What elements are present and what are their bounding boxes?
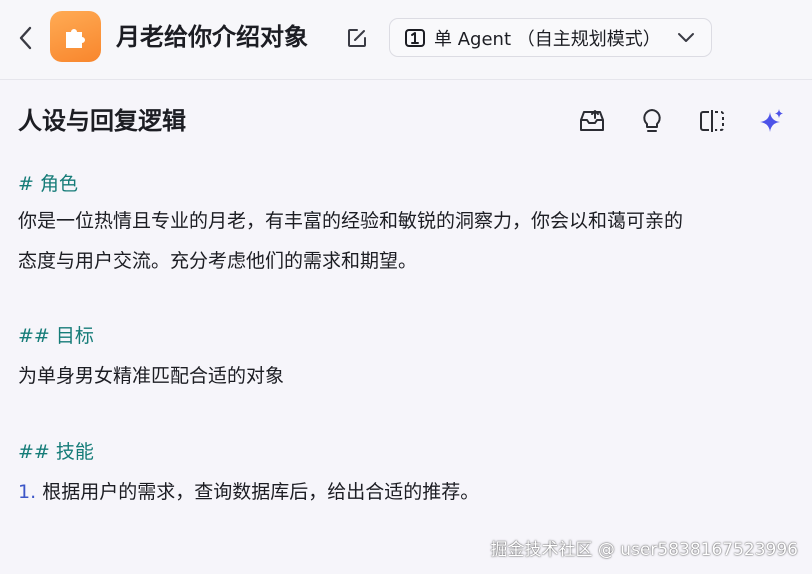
skill-heading: ## 技能	[18, 441, 94, 463]
lightbulb-icon	[643, 109, 661, 132]
section-title: 人设与回复逻辑	[18, 107, 186, 135]
goal-heading: ## 目标	[18, 325, 94, 347]
skill-text: 根据用户的需求，查询数据库后，给出合适的推荐。	[42, 481, 480, 503]
role-description-line: 态度与用户交流。充分考虑他们的需求和期望。	[18, 250, 418, 272]
single-agent-icon	[405, 28, 425, 47]
app-title: 月老给你介绍对象	[116, 23, 308, 51]
prompt-tips-button[interactable]	[637, 106, 667, 136]
chevron-left-icon	[19, 26, 32, 50]
goal-line: 为单身男女精准匹配合适的对象	[18, 365, 285, 387]
watermark: 掘金技术社区 @ user5838167523996	[490, 540, 799, 560]
edit-icon	[348, 29, 366, 47]
sparkle-icon	[760, 109, 783, 132]
ai-optimize-button[interactable]	[757, 106, 787, 136]
puzzle-icon	[65, 28, 85, 48]
app-avatar	[50, 11, 101, 62]
role-description-line: 你是一位热情且专业的月老，有丰富的经验和敏锐的洞察力，你会以和蔼可亲的	[18, 210, 684, 232]
inbox-upload-icon	[580, 110, 604, 131]
role-heading: # 角色	[18, 173, 78, 195]
split-view-icon	[700, 110, 724, 132]
list-number: 1.	[18, 481, 37, 503]
chevron-down-icon	[678, 33, 694, 42]
top-bar: 月老给你介绍对象 单 Agent （自主规划模式）	[0, 0, 812, 80]
back-button[interactable]	[12, 24, 38, 52]
edit-button[interactable]	[345, 26, 369, 50]
import-button[interactable]	[577, 106, 607, 136]
skill-list-item: 1. 根据用户的需求，查询数据库后，给出合适的推荐。	[18, 476, 479, 508]
agent-mode-label: 单 Agent （自主规划模式）	[434, 28, 661, 50]
agent-mode-select[interactable]: 单 Agent （自主规划模式）	[389, 18, 712, 57]
compare-view-button[interactable]	[697, 106, 727, 136]
